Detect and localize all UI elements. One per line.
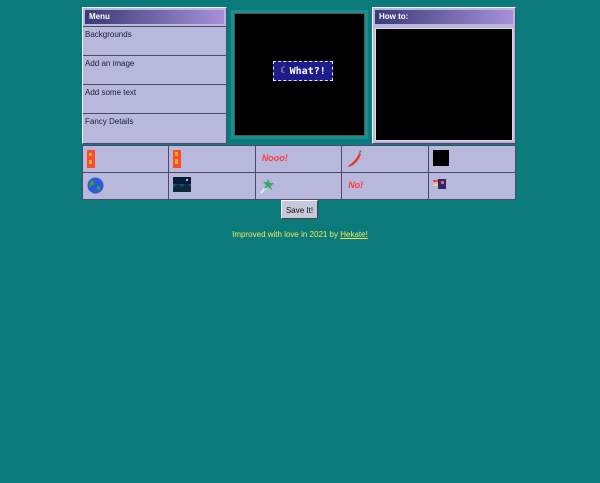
gallery-item-fast-runner[interactable] [429, 173, 515, 200]
footer-credit: Improved with love in 2021 by Hekate! [0, 230, 600, 239]
menu-item-add-image[interactable]: Add an image [83, 55, 226, 84]
menu-item-backgrounds[interactable]: Backgrounds [83, 26, 226, 55]
badge-text: What?! [289, 65, 326, 77]
gallery-item-shooting-star[interactable] [256, 172, 343, 199]
gallery-item-red-banner-1[interactable] [83, 146, 170, 173]
red-banner-icon [87, 150, 95, 168]
globe-icon [87, 177, 104, 193]
howto-title: How to: [375, 10, 513, 24]
gallery-item-no[interactable]: No! [342, 172, 429, 199]
what-badge[interactable]: ☾ What?! [273, 61, 333, 81]
red-chili-icon [348, 150, 363, 167]
gallery-item-chili[interactable] [342, 146, 429, 173]
no-word-art: No! [348, 179, 364, 190]
howto-panel: How to: [372, 7, 516, 144]
shooting-star-icon [260, 178, 274, 194]
menu-title: Menu [85, 10, 224, 24]
gallery-item-globe[interactable] [83, 172, 170, 199]
save-button[interactable]: Save It! [281, 200, 318, 219]
howto-content [375, 28, 513, 141]
night-landscape-icon [173, 176, 192, 192]
menu-item-add-text[interactable]: Add some text [83, 84, 226, 113]
icon-gallery: Nooo! No! [82, 145, 516, 200]
red-banner-icon [173, 150, 182, 168]
footer-text: Improved with love in 2021 by [232, 230, 341, 239]
preview-frame: ☾ What?! [231, 10, 368, 139]
menu-panel: Menu Backgrounds Add an image Add some t… [82, 7, 227, 144]
gallery-item-red-banner-2[interactable] [169, 146, 256, 173]
menu-item-fancy-details[interactable]: Fancy Details [83, 113, 226, 142]
preview-canvas[interactable]: ☾ What?! [234, 13, 365, 136]
gallery-item-nooo[interactable]: Nooo! [255, 146, 343, 173]
gallery-item-black-square[interactable] [428, 146, 515, 173]
black-square-icon [432, 150, 449, 166]
gallery-item-night-landscape[interactable] [169, 172, 256, 199]
author-link[interactable]: Hekate! [340, 230, 368, 239]
fast-runner-icon [432, 178, 446, 189]
moon-icon: ☾ [280, 66, 286, 76]
nooo-word-art: Nooo! [261, 153, 288, 163]
